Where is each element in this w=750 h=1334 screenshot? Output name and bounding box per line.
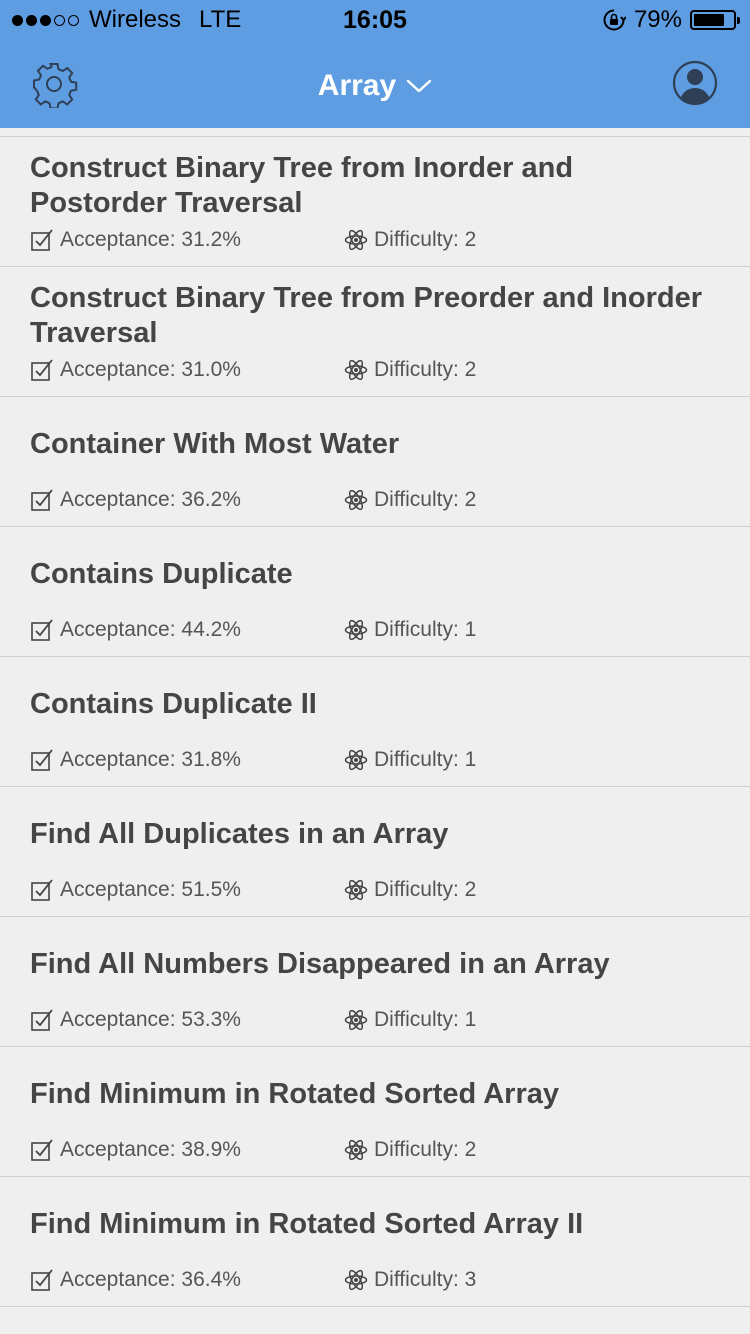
problem-title: Construct Binary Tree from Inorder and P… (30, 152, 574, 219)
problem-title: Container With Most Water (30, 428, 400, 460)
acceptance-info: Acceptance: 31.2% (30, 228, 344, 252)
problem-row[interactable]: Contains Duplicate Acceptance: 44.2% Dif… (0, 527, 750, 657)
acceptance-rate: Acceptance: 44.2% (60, 618, 241, 641)
acceptance-rate: Acceptance: 31.0% (60, 358, 241, 381)
difficulty-info: Difficulty: 2 (344, 1138, 476, 1162)
acceptance-info: Acceptance: 44.2% (30, 618, 344, 642)
difficulty-info: Difficulty: 2 (344, 878, 476, 902)
problem-meta: Acceptance: 31.0% Difficulty: 2 (30, 355, 730, 385)
acceptance-rate: Acceptance: 36.2% (60, 488, 241, 511)
status-right: 79% (602, 6, 740, 34)
problem-list: Construct Binary Tree from Inorder and P… (0, 136, 750, 1307)
acceptance-rate: Acceptance: 31.2% (60, 228, 241, 251)
category-selector[interactable]: Array (0, 64, 750, 108)
atom-icon (344, 619, 368, 641)
checkbox-checked-icon (31, 359, 53, 381)
difficulty-info: Difficulty: 2 (344, 358, 476, 382)
problem-meta: Acceptance: 53.3% Difficulty: 1 (30, 1005, 730, 1035)
status-bar: Wireless LTE 16:05 79% (0, 0, 750, 40)
problem-meta: Acceptance: 38.9% Difficulty: 2 (30, 1135, 730, 1165)
atom-icon (344, 1269, 368, 1291)
atom-icon (344, 879, 368, 901)
problem-title: Find Minimum in Rotated Sorted Array II (30, 1208, 584, 1240)
battery-level (694, 14, 725, 26)
difficulty-info: Difficulty: 1 (344, 1008, 476, 1032)
acceptance-info: Acceptance: 53.3% (30, 1008, 344, 1032)
checkbox-checked-icon (31, 1139, 53, 1161)
problem-row[interactable]: Find Minimum in Rotated Sorted Array Acc… (0, 1047, 750, 1177)
problem-row[interactable]: Find All Numbers Disappeared in an Array… (0, 917, 750, 1047)
battery-icon (690, 10, 740, 30)
difficulty-level: Difficulty: 2 (374, 878, 477, 901)
problem-title: Contains Duplicate II (30, 688, 317, 720)
page-title: Array (317, 69, 397, 102)
app-header: Wireless LTE 16:05 79% Array (0, 0, 750, 128)
problem-meta: Acceptance: 31.2% Difficulty: 2 (30, 225, 730, 255)
checkbox-checked-icon (31, 749, 53, 771)
problem-title: Find All Numbers Disappeared in an Array (30, 948, 610, 980)
problem-row[interactable]: Construct Binary Tree from Inorder and P… (0, 137, 750, 267)
battery-percent: 79% (633, 6, 682, 33)
acceptance-rate: Acceptance: 38.9% (60, 1138, 241, 1161)
difficulty-info: Difficulty: 2 (344, 488, 476, 512)
difficulty-level: Difficulty: 1 (374, 618, 477, 641)
acceptance-info: Acceptance: 31.8% (30, 748, 344, 772)
rotation-lock-icon (603, 9, 626, 31)
checkbox-checked-icon (31, 619, 53, 641)
problem-title: Find Minimum in Rotated Sorted Array (30, 1078, 560, 1110)
acceptance-rate: Acceptance: 51.5% (60, 878, 241, 901)
difficulty-info: Difficulty: 1 (344, 618, 476, 642)
difficulty-level: Difficulty: 2 (374, 358, 477, 381)
problem-title: Find All Duplicates in an Array (30, 818, 449, 850)
acceptance-info: Acceptance: 31.0% (30, 358, 344, 382)
atom-icon (344, 1139, 368, 1161)
difficulty-info: Difficulty: 1 (344, 748, 476, 772)
difficulty-level: Difficulty: 2 (374, 488, 477, 511)
difficulty-level: Difficulty: 1 (374, 748, 477, 771)
atom-icon (344, 359, 368, 381)
problem-title: Construct Binary Tree from Preorder and … (30, 282, 702, 349)
problem-meta: Acceptance: 36.4% Difficulty: 3 (30, 1265, 730, 1295)
problem-meta: Acceptance: 31.8% Difficulty: 1 (30, 745, 730, 775)
problem-row[interactable]: Container With Most Water Acceptance: 36… (0, 397, 750, 527)
atom-icon (344, 1009, 368, 1031)
problem-meta: Acceptance: 51.5% Difficulty: 2 (30, 875, 730, 905)
problem-row[interactable]: Contains Duplicate II Acceptance: 31.8% (0, 657, 750, 787)
chevron-down-icon (406, 79, 432, 93)
checkbox-checked-icon (31, 229, 53, 251)
acceptance-rate: Acceptance: 36.4% (60, 1268, 241, 1291)
acceptance-info: Acceptance: 51.5% (30, 878, 344, 902)
acceptance-info: Acceptance: 36.2% (30, 488, 344, 512)
checkbox-checked-icon (31, 879, 53, 901)
difficulty-info: Difficulty: 2 (344, 228, 476, 252)
difficulty-level: Difficulty: 3 (374, 1268, 477, 1291)
acceptance-info: Acceptance: 36.4% (30, 1268, 344, 1292)
problem-row[interactable]: Find Minimum in Rotated Sorted Array II … (0, 1177, 750, 1307)
problem-row[interactable]: Construct Binary Tree from Preorder and … (0, 267, 750, 397)
problem-title: Contains Duplicate (30, 558, 293, 590)
difficulty-level: Difficulty: 2 (374, 1138, 477, 1161)
atom-icon (344, 489, 368, 511)
checkbox-checked-icon (31, 489, 53, 511)
acceptance-rate: Acceptance: 53.3% (60, 1008, 241, 1031)
problem-meta: Acceptance: 36.2% Difficulty: 2 (30, 485, 730, 515)
difficulty-level: Difficulty: 1 (374, 1008, 477, 1031)
problem-row[interactable]: Find All Duplicates in an Array Acceptan… (0, 787, 750, 917)
atom-icon (344, 749, 368, 771)
checkbox-checked-icon (31, 1269, 53, 1291)
difficulty-level: Difficulty: 2 (374, 228, 477, 251)
difficulty-info: Difficulty: 3 (344, 1268, 476, 1292)
problem-meta: Acceptance: 44.2% Difficulty: 1 (30, 615, 730, 645)
checkbox-checked-icon (31, 1009, 53, 1031)
acceptance-rate: Acceptance: 31.8% (60, 748, 241, 771)
acceptance-info: Acceptance: 38.9% (30, 1138, 344, 1162)
atom-icon (344, 229, 368, 251)
user-avatar-icon[interactable] (672, 60, 718, 106)
